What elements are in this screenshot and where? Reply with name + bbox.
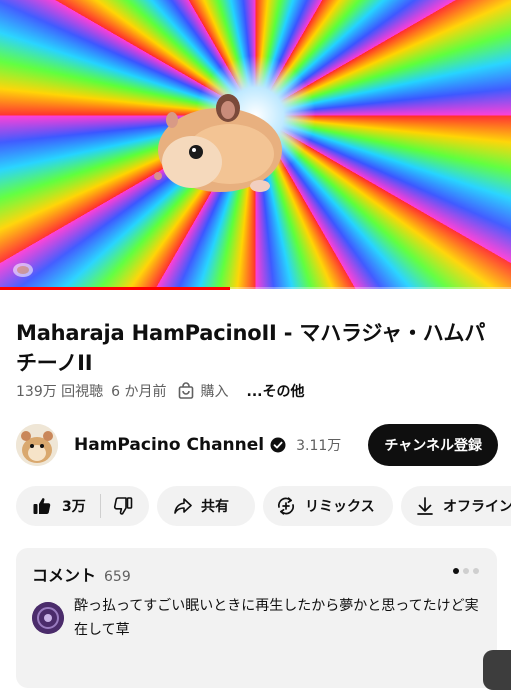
- action-bar: 3万 共有 リミックス オフライン: [16, 486, 511, 528]
- carousel-dot: [453, 568, 459, 574]
- channel-name[interactable]: HamPacino Channel: [74, 435, 264, 455]
- comments-title: コメント: [32, 566, 97, 585]
- upload-age: 6 か月前: [111, 384, 167, 400]
- download-icon: [417, 497, 433, 515]
- floating-overlay: [483, 650, 511, 690]
- hamster-image: [154, 94, 282, 192]
- like-dislike-pill: 3万: [16, 486, 149, 526]
- channel-avatar[interactable]: [16, 424, 58, 466]
- hamster-avatar-icon: [16, 424, 58, 466]
- share-label: 共有: [201, 499, 229, 515]
- dislike-icon[interactable]: [113, 496, 133, 516]
- video-title: Maharaja HamPacinoII - マハラジャ・ハムパチーノII: [16, 321, 486, 375]
- share-button[interactable]: 共有: [157, 486, 255, 526]
- video-meta[interactable]: 139万 回視聴 6 か月前 購入 ...その他: [16, 380, 313, 402]
- top-comment-text: 酔っ払ってすごい眠いときに再生したから夢かと思ってたけど実在して草: [74, 598, 479, 638]
- comments-count: 659: [104, 569, 131, 585]
- remix-button[interactable]: リミックス: [263, 486, 393, 526]
- carousel-indicator: [449, 568, 479, 574]
- offline-label: オフライン: [443, 499, 511, 515]
- buy-link[interactable]: 購入: [177, 381, 237, 401]
- view-count: 139万 回視聴: [16, 384, 104, 400]
- shopping-bag-icon: [178, 382, 193, 399]
- carousel-dot: [473, 568, 479, 574]
- like-icon: [33, 498, 51, 514]
- subscriber-count: 3.11万: [296, 438, 342, 454]
- subscribe-button[interactable]: チャンネル登録: [368, 424, 498, 466]
- comments-header: コメント 659: [32, 562, 131, 586]
- remix-icon: [277, 497, 295, 515]
- watermark-logo: [13, 263, 33, 277]
- share-icon: [174, 498, 192, 514]
- progress-fill: [0, 287, 230, 290]
- commenter-avatar[interactable]: [32, 602, 64, 634]
- buy-label: 購入: [200, 384, 229, 400]
- like-divider: [99, 494, 101, 518]
- remix-label: リミックス: [305, 499, 375, 515]
- channel-row: HamPacino Channel 3.11万 チャンネル登録: [16, 424, 498, 466]
- progress-bar[interactable]: [0, 287, 511, 290]
- like-count: 3万: [62, 499, 86, 515]
- like-button[interactable]: 3万: [16, 486, 86, 526]
- offline-button[interactable]: オフライン: [401, 486, 511, 526]
- more-link[interactable]: ...その他: [247, 381, 305, 401]
- comments-panel[interactable]: コメント 659 酔っ払ってすごい眠いときに再生したから夢かと思ってたけど実在し…: [16, 548, 497, 688]
- video-player[interactable]: [0, 0, 511, 289]
- carousel-dot: [463, 568, 469, 574]
- commenter-avatar-icon: [32, 602, 64, 634]
- verified-icon: [270, 437, 286, 453]
